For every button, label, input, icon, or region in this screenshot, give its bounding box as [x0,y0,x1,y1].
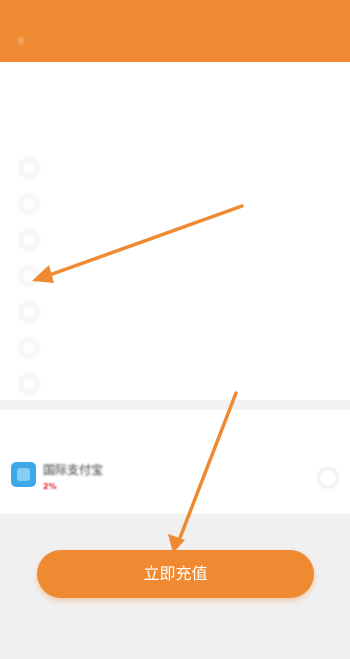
top-bar: ‹ [0,0,350,62]
recharge-now-button[interactable]: 立即充值 [37,550,314,598]
fee-percent: 2% [43,482,57,491]
payment-radio[interactable] [318,468,338,488]
alipay-icon [11,462,36,487]
amount-radio[interactable] [20,159,38,177]
amount-radio[interactable] [20,195,38,213]
amount-option-row[interactable] [0,154,350,184]
amount-option-row[interactable] [0,190,350,220]
amount-radio[interactable] [20,339,38,357]
amount-radio[interactable] [20,303,38,321]
amount-section [0,62,350,400]
amount-option-row[interactable] [0,262,350,292]
payment-method-name[interactable]: 国际支付宝 [43,461,103,478]
amount-radio[interactable] [20,375,38,393]
amount-option-row[interactable] [0,334,350,364]
chevron-left-icon[interactable]: ‹ [10,30,32,52]
amount-option-row[interactable] [0,370,350,400]
fee-note: 2% [43,482,57,491]
status-bar [0,0,350,16]
payment-section: 国际支付宝 2% [0,410,350,514]
amount-radio[interactable] [20,267,38,285]
amount-option-row[interactable] [0,226,350,256]
amount-radio[interactable] [20,231,38,249]
amount-option-row[interactable] [0,298,350,328]
